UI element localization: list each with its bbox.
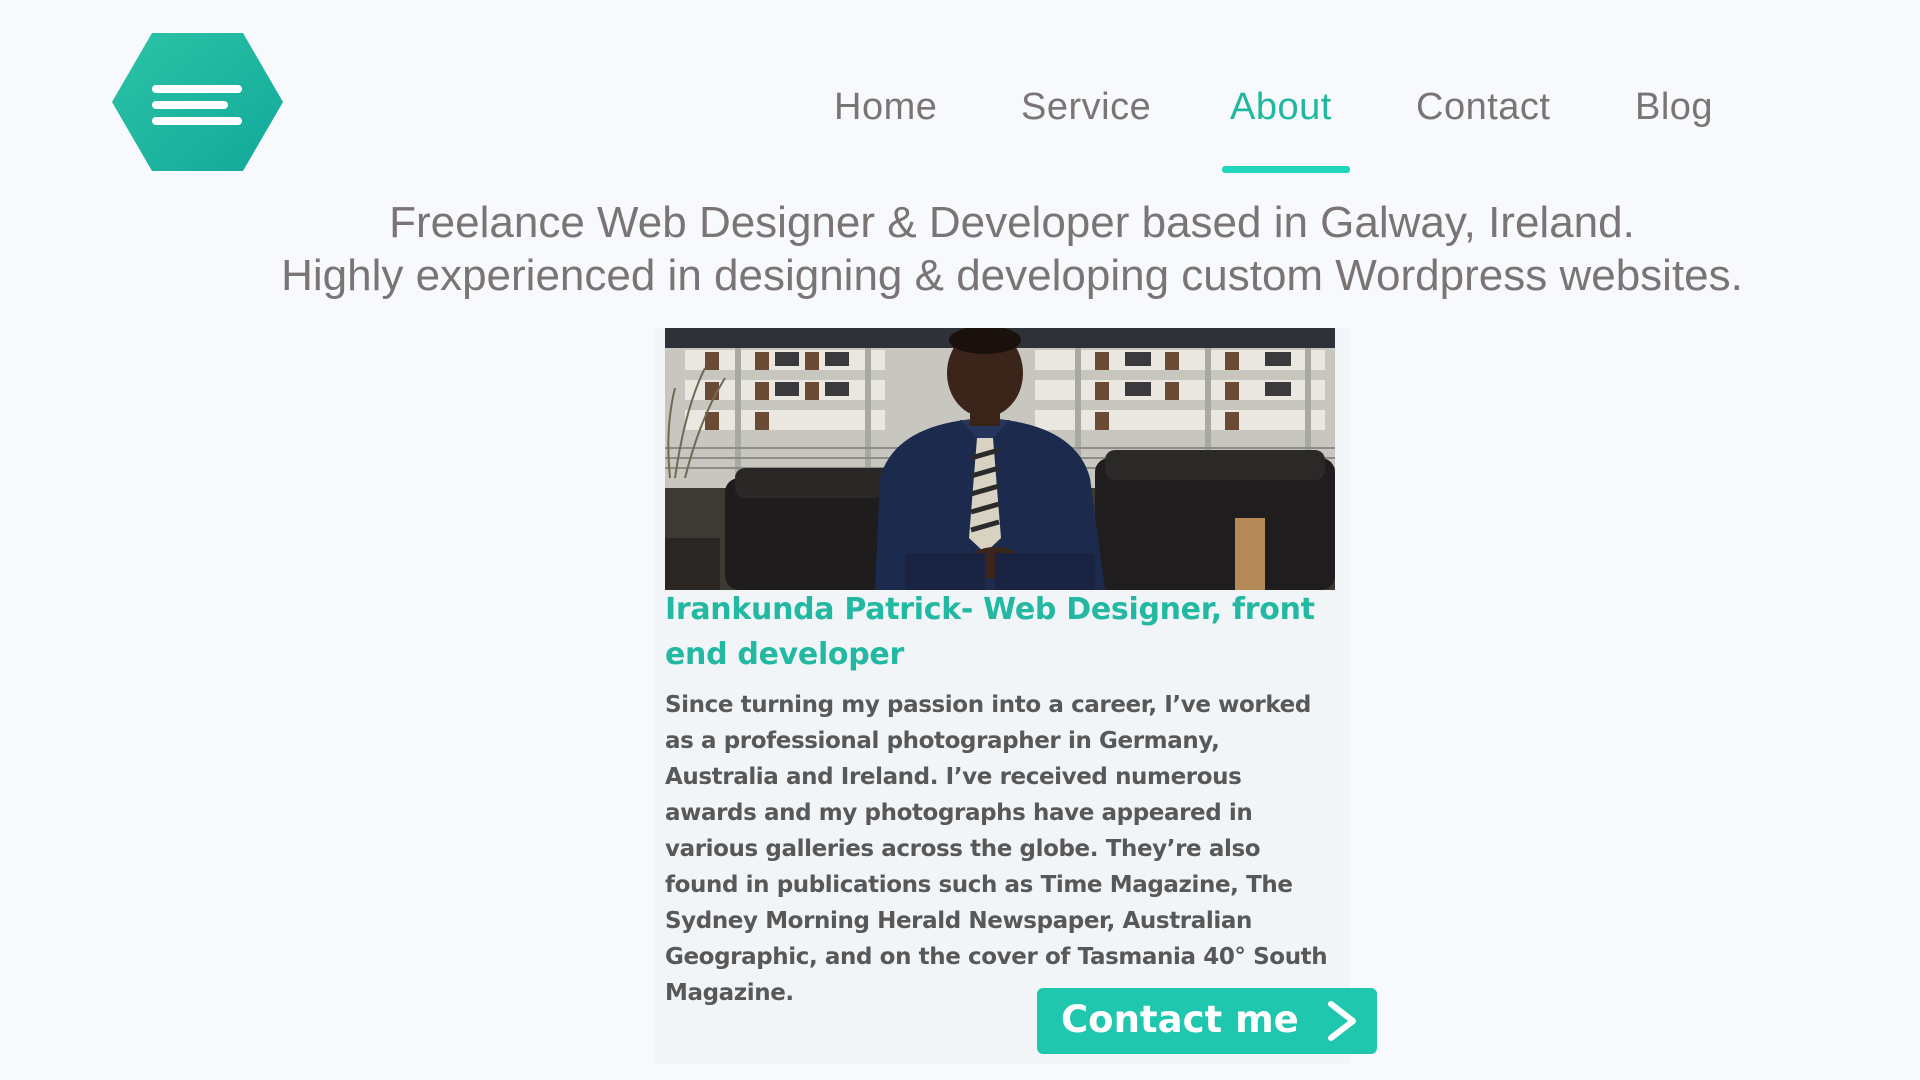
tagline-line-2: Highly experienced in designing & develo…	[281, 251, 1743, 300]
nav-item-contact[interactable]: Contact	[1416, 86, 1550, 129]
nav-item-blog[interactable]: Blog	[1635, 86, 1713, 129]
about-page: Home Service About Contact Blog Freelanc…	[0, 0, 1920, 1080]
contact-me-label: Contact me	[1061, 998, 1299, 1041]
contact-me-button[interactable]: Contact me	[1037, 988, 1377, 1054]
profile-photo	[665, 328, 1335, 590]
tagline: Freelance Web Designer & Developer based…	[0, 196, 1920, 302]
active-nav-indicator	[1222, 166, 1350, 173]
nav-item-home[interactable]: Home	[834, 86, 937, 129]
profile-bio: Since turning my passion into a career, …	[665, 692, 1328, 1006]
main-nav: Home Service About Contact Blog	[0, 86, 1920, 176]
nav-item-about[interactable]: About	[1230, 86, 1332, 129]
chevron-right-icon	[1328, 1001, 1356, 1041]
tagline-line-1: Freelance Web Designer & Developer based…	[389, 198, 1635, 247]
nav-item-service[interactable]: Service	[1021, 86, 1151, 129]
profile-name-title: Irankunda Patrick- Web Designer, front e…	[665, 592, 1315, 672]
